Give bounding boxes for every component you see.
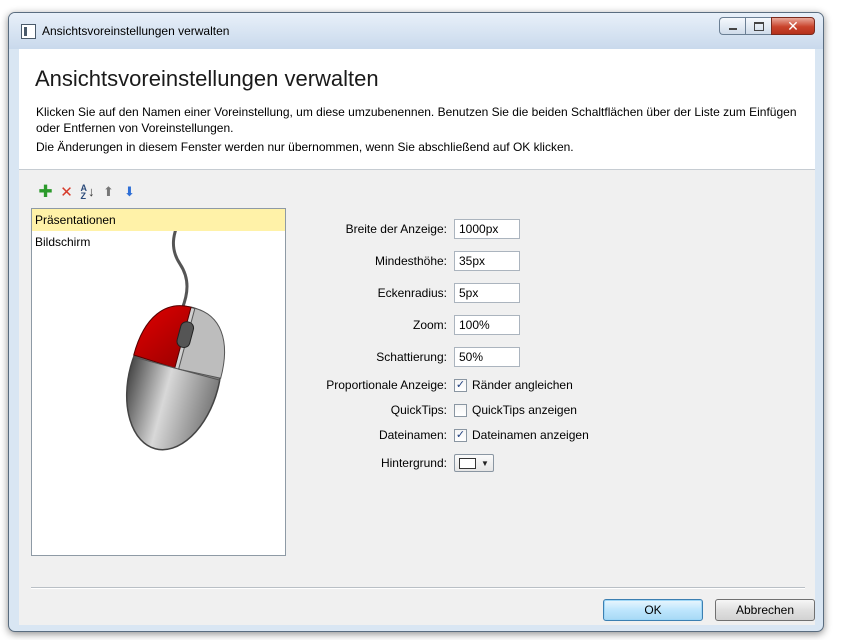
move-down-icon: ⬇ xyxy=(124,184,135,199)
corner-radius-label: Eckenradius: xyxy=(377,286,447,300)
chevron-down-icon: ▼ xyxy=(481,458,489,468)
quicktips-label: QuickTips: xyxy=(390,403,447,417)
shading-input[interactable] xyxy=(454,347,520,367)
minimize-button[interactable] xyxy=(719,17,745,35)
label-wrap-background: Hintergrund: xyxy=(299,452,447,474)
cancel-button[interactable]: Abbrechen xyxy=(715,599,815,621)
content-panel: ✚ ✕ AZ ↓ ⬆ ⬇ Präsentationen Bildschirm B… xyxy=(19,170,815,625)
filenames-checkbox[interactable]: ✓ xyxy=(454,428,467,442)
dialog-window: Ansichtsvoreinstellungen verwalten ✕ Ans… xyxy=(8,12,824,632)
preset-items: Präsentationen Bildschirm xyxy=(32,209,285,253)
row-zoom: Zoom: xyxy=(299,314,520,336)
header-panel: Ansichtsvoreinstellungen verwalten Klick… xyxy=(19,49,815,170)
label-wrap-corner-radius: Eckenradius: xyxy=(299,282,447,304)
sort-letter-z: Z xyxy=(80,191,87,201)
quicktips-checkbox-label[interactable]: QuickTips anzeigen xyxy=(472,403,577,417)
move-up-button[interactable]: ⬆ xyxy=(98,183,119,201)
label-wrap-zoom: Zoom: xyxy=(299,314,447,336)
proportional-checkbox[interactable]: ✓ xyxy=(454,378,467,392)
width-input[interactable] xyxy=(454,219,520,239)
delete-preset-button[interactable]: ✕ xyxy=(56,183,77,201)
corner-radius-input[interactable] xyxy=(454,283,520,303)
window-icon xyxy=(21,24,36,39)
list-item-praesentationen[interactable]: Präsentationen xyxy=(32,209,285,231)
color-swatch xyxy=(459,457,476,469)
label-wrap-proportional: Proportionale Anzeige: xyxy=(299,374,447,396)
proportional-option[interactable]: ✓ Ränder angleichen xyxy=(454,378,573,392)
proportional-checkbox-label[interactable]: Ränder angleichen xyxy=(472,378,573,392)
row-filenames: Dateinamen: ✓ Dateinamen anzeigen xyxy=(299,424,589,446)
quicktips-checkbox[interactable] xyxy=(454,403,467,417)
label-wrap-shading: Schattierung: xyxy=(299,346,447,368)
row-width: Breite der Anzeige: xyxy=(299,218,520,240)
width-label: Breite der Anzeige: xyxy=(345,222,447,236)
caption-buttons: ✕ xyxy=(719,17,815,35)
move-down-button[interactable]: ⬇ xyxy=(119,183,140,201)
min-height-label: Mindesthöhe: xyxy=(374,254,447,268)
label-wrap-quicktips: QuickTips: xyxy=(299,399,447,421)
label-wrap-width: Breite der Anzeige: xyxy=(299,218,447,240)
sort-az-icon: AZ ↓ xyxy=(80,183,95,201)
close-icon: ✕ xyxy=(787,17,799,34)
close-button[interactable]: ✕ xyxy=(771,17,815,35)
row-proportional: Proportionale Anzeige: ✓ Ränder angleich… xyxy=(299,374,573,396)
row-shading: Schattierung: xyxy=(299,346,520,368)
filenames-option[interactable]: ✓ Dateinamen anzeigen xyxy=(454,428,589,442)
zoom-label: Zoom: xyxy=(412,318,447,332)
minimize-icon xyxy=(728,27,737,30)
list-toolbar: ✚ ✕ AZ ↓ ⬆ ⬇ xyxy=(35,182,140,201)
row-background: Hintergrund: ▼ xyxy=(299,452,494,474)
ok-button[interactable]: OK xyxy=(603,599,703,621)
preset-list[interactable]: Präsentationen Bildschirm xyxy=(31,208,286,556)
maximize-icon xyxy=(753,21,764,31)
quicktips-option[interactable]: QuickTips anzeigen xyxy=(454,403,577,417)
row-quicktips: QuickTips: QuickTips anzeigen xyxy=(299,399,577,421)
footer-separator xyxy=(31,587,805,589)
proportional-label: Proportionale Anzeige: xyxy=(326,378,447,392)
row-corner-radius: Eckenradius: xyxy=(299,282,520,304)
zoom-input[interactable] xyxy=(454,315,520,335)
delete-icon: ✕ xyxy=(60,184,73,201)
window-title: Ansichtsvoreinstellungen verwalten xyxy=(42,24,230,38)
list-item-bildschirm[interactable]: Bildschirm xyxy=(32,231,285,253)
apply-note-text: Die Änderungen in diesem Fenster werden … xyxy=(36,140,574,154)
move-up-icon: ⬆ xyxy=(103,184,114,199)
filenames-label: Dateinamen: xyxy=(378,428,447,442)
background-color-dropdown[interactable]: ▼ xyxy=(454,454,494,472)
label-wrap-filenames: Dateinamen: xyxy=(299,424,447,446)
sort-button[interactable]: AZ ↓ xyxy=(77,183,98,201)
add-preset-button[interactable]: ✚ xyxy=(35,182,56,201)
shading-label: Schattierung: xyxy=(376,350,447,364)
maximize-button[interactable] xyxy=(745,17,771,35)
min-height-input[interactable] xyxy=(454,251,520,271)
filenames-checkbox-label[interactable]: Dateinamen anzeigen xyxy=(472,428,589,442)
row-min-height: Mindesthöhe: xyxy=(299,250,520,272)
page-title: Ansichtsvoreinstellungen verwalten xyxy=(35,66,379,91)
label-wrap-min-height: Mindesthöhe: xyxy=(299,250,447,272)
title-bar[interactable]: Ansichtsvoreinstellungen verwalten ✕ xyxy=(9,13,823,49)
instructions-text: Klicken Sie auf den Namen einer Voreinst… xyxy=(36,105,797,135)
add-icon: ✚ xyxy=(38,182,53,201)
background-label: Hintergrund: xyxy=(380,456,447,470)
